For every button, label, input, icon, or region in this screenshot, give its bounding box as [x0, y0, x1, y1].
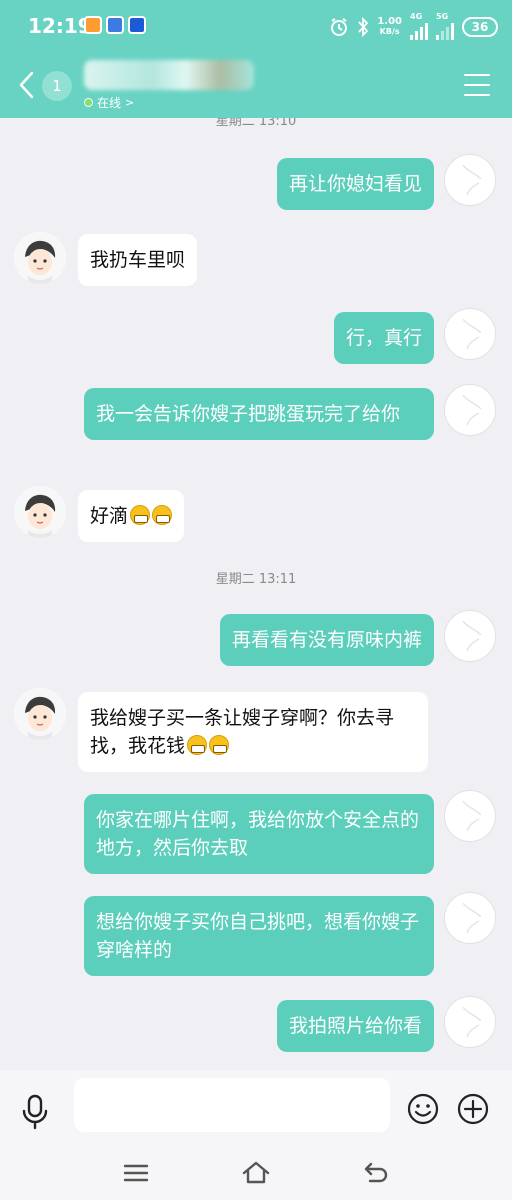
self-avatar[interactable]	[444, 610, 496, 662]
grin-emoji-icon	[209, 735, 230, 755]
network-speed-value: 1.00	[377, 16, 402, 27]
self-avatar[interactable]	[444, 308, 496, 360]
message-bubble-sent[interactable]: 再看看有没有原味内裤	[219, 614, 434, 666]
home-icon[interactable]	[241, 1158, 271, 1188]
message-bubble-sent[interactable]: 想给你嫂子买你自己挑吧，想看你嫂子穿啥样的	[84, 896, 434, 976]
system-navigation-bar	[0, 1152, 512, 1200]
network-speed: 1.00 KB/s	[377, 17, 402, 37]
message-list[interactable]: 星期二 13:10 再让你媳妇看见 我扔车里呗 行，真行 我一会告诉你嫂子把跳蛋…	[0, 118, 512, 1070]
message-bubble-received[interactable]: 我给嫂子买一条让嫂子穿啊？你去寻找，我花钱	[78, 692, 428, 772]
signal-label: 4G	[410, 12, 423, 21]
grin-emoji-icon	[187, 735, 208, 755]
input-bar	[0, 1070, 512, 1152]
alarm-icon	[331, 18, 348, 36]
contact-avatar[interactable]	[14, 232, 66, 284]
battery-indicator: 36	[462, 17, 498, 37]
signal-bars-icon	[436, 22, 454, 40]
menu-icon[interactable]	[121, 1158, 151, 1188]
contact-name-redacted[interactable]	[84, 60, 254, 90]
menu-icon[interactable]	[464, 74, 490, 96]
plus-icon[interactable]	[456, 1092, 490, 1126]
contact-avatar[interactable]	[14, 688, 66, 740]
message-bubble-received[interactable]: 好滴	[78, 490, 185, 542]
unread-count-badge[interactable]: 1	[42, 71, 72, 101]
online-status[interactable]: 在线 >	[84, 94, 134, 111]
self-avatar[interactable]	[444, 154, 496, 206]
signal-label: 5G	[436, 12, 449, 21]
status-bar: 12:19 1.00 KB/s 4G 5G 36	[0, 0, 512, 52]
message-text: 好滴	[90, 505, 129, 527]
network-speed-unit: KB/s	[379, 27, 400, 36]
notification-icons	[84, 16, 146, 34]
chat-navbar: 1 在线 >	[0, 52, 512, 118]
back-icon[interactable]	[361, 1158, 391, 1188]
time-separator: 星期二 13:10	[215, 118, 297, 129]
signal-5g: 5G	[436, 12, 454, 40]
message-bubble-sent[interactable]: 你家在哪片住啊，我给你放个安全点的地方，然后你去取	[84, 794, 434, 874]
message-bubble-sent[interactable]: 我拍照片给你看	[276, 1000, 434, 1052]
self-avatar[interactable]	[444, 996, 496, 1048]
contact-avatar[interactable]	[14, 486, 66, 538]
header: 12:19 1.00 KB/s 4G 5G 36 1 在线 >	[0, 0, 512, 118]
grin-emoji-icon	[130, 505, 151, 525]
smiley-icon[interactable]	[406, 1092, 440, 1126]
message-bubble-sent[interactable]: 行，真行	[333, 312, 434, 364]
message-bubble-received[interactable]: 我扔车里呗	[78, 234, 198, 286]
message-bubble-sent[interactable]: 我一会告诉你嫂子把跳蛋玩完了给你	[84, 388, 434, 440]
app-notification-icon	[106, 16, 124, 34]
self-avatar[interactable]	[444, 790, 496, 842]
self-avatar[interactable]	[444, 892, 496, 944]
bluetooth-icon	[358, 17, 369, 37]
grin-emoji-icon	[152, 505, 173, 525]
signal-4g: 4G	[410, 12, 428, 40]
message-text: 我给嫂子买一条让嫂子穿啊？你去寻找，我花钱	[90, 707, 395, 757]
chevron-right-icon: >	[125, 96, 135, 109]
microphone-icon[interactable]	[20, 1094, 50, 1130]
app-notification-icon	[84, 16, 102, 34]
message-bubble-sent[interactable]: 再让你媳妇看见	[276, 158, 434, 210]
status-time: 12:19	[28, 14, 92, 38]
self-avatar[interactable]	[444, 384, 496, 436]
back-icon[interactable]	[16, 70, 38, 100]
message-input[interactable]	[74, 1078, 390, 1132]
signal-bars-icon	[410, 22, 428, 40]
time-separator: 星期二 13:11	[215, 572, 297, 587]
online-status-label: 在线	[97, 96, 122, 110]
status-indicators: 1.00 KB/s 4G 5G 36	[329, 12, 498, 40]
online-dot-icon	[84, 98, 93, 107]
app-notification-icon	[128, 16, 146, 34]
